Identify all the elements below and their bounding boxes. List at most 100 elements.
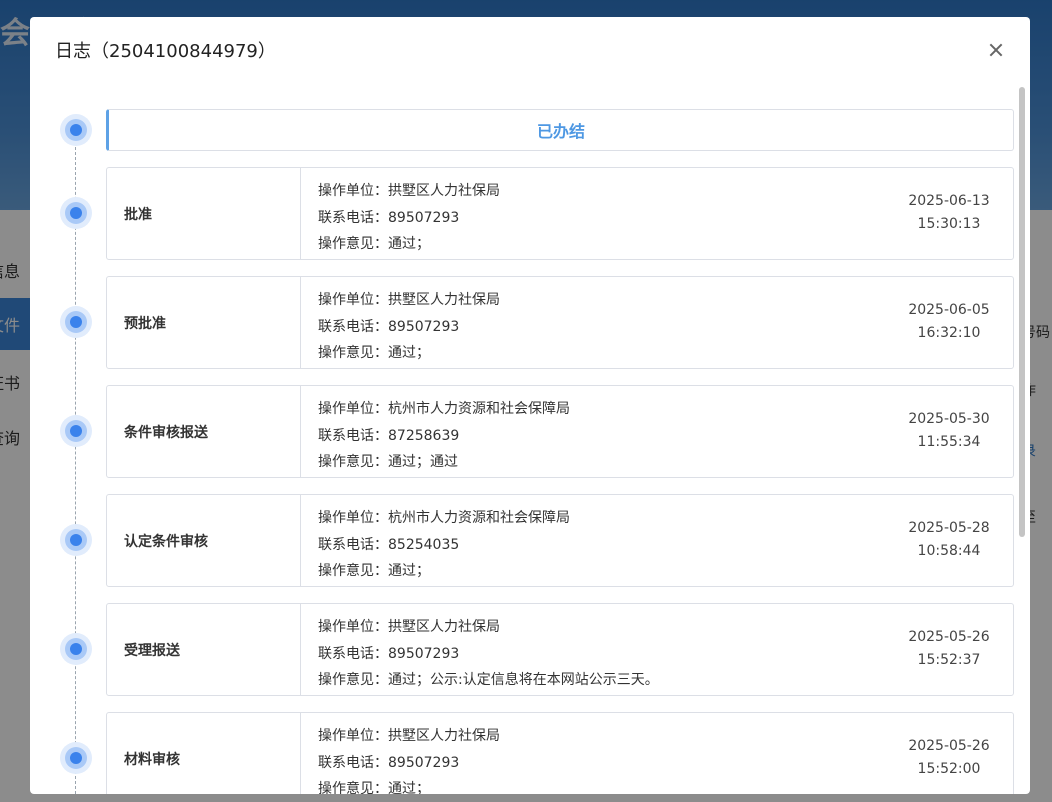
unit-row: 操作单位：拱墅区人力社保局 [318,614,659,641]
entry-timestamp: 2025-06-05 16:32:10 [867,299,1030,345]
entry-time: 15:30:13 [917,216,981,232]
opinion-row: 操作意见：通过； [318,231,500,258]
log-entry: 认定条件审核 操作单位：杭州市人力资源和社会保障局 联系电话：85254035 … [106,494,1014,587]
timeline-dot-icon [60,524,92,556]
phone-value: 89507293 [388,209,460,226]
phone-value: 89507293 [388,645,460,662]
opinion-value: 通过； [388,345,430,361]
entry-time: 15:52:00 [917,761,981,777]
unit-row: 操作单位：拱墅区人力社保局 [318,178,500,205]
opinion-label: 操作意见： [318,672,388,688]
timeline-dot-icon [60,742,92,774]
phone-value: 89507293 [388,318,460,335]
dialog-title: 日志（2504100844979） [55,41,276,62]
entry-date: 2025-05-26 [908,629,990,645]
unit-row: 操作单位：拱墅区人力社保局 [318,287,500,314]
entry-timestamp: 2025-05-26 15:52:00 [867,735,1030,781]
opinion-label: 操作意见： [318,781,388,794]
opinion-label: 操作意见： [318,345,388,361]
opinion-value: 通过； [388,563,430,579]
log-entry: 批准 操作单位：拱墅区人力社保局 联系电话：89507293 操作意见：通过； … [106,167,1014,260]
opinion-row: 操作意见：通过；公示:认定信息将在本网站公示三天。 [318,667,659,694]
phone-row: 联系电话：85254035 [318,532,570,559]
entry-date: 2025-06-05 [908,302,990,318]
opinion-row: 操作意见：通过；通过 [318,449,570,476]
opinion-value: 通过；通过 [388,454,458,470]
unit-value: 拱墅区人力社保局 [388,619,500,635]
phone-row: 联系电话：87258639 [318,423,570,450]
unit-label: 操作单位： [318,292,388,308]
log-entry: 受理报送 操作单位：拱墅区人力社保局 联系电话：89507293 操作意见：通过… [106,603,1014,696]
opinion-row: 操作意见：通过； [318,558,570,585]
timeline-dot-icon [60,415,92,447]
step-name: 预批准 [107,277,301,368]
unit-label: 操作单位： [318,401,388,417]
unit-row: 操作单位：杭州市人力资源和社会保障局 [318,396,570,423]
entry-timestamp: 2025-06-13 15:30:13 [867,190,1030,236]
phone-label: 联系电话： [318,754,388,771]
step-name: 批准 [107,168,301,259]
entry-date: 2025-06-13 [908,193,990,209]
entry-time: 15:52:37 [917,652,981,668]
unit-label: 操作单位： [318,728,388,744]
status-banner: 已办结 [106,109,1014,151]
log-entry: 预批准 操作单位：拱墅区人力社保局 联系电话：89507293 操作意见：通过；… [106,276,1014,369]
step-name: 条件审核报送 [107,386,301,477]
unit-row: 操作单位：杭州市人力资源和社会保障局 [318,505,570,532]
opinion-label: 操作意见： [318,454,388,470]
unit-value: 拱墅区人力社保局 [388,292,500,308]
phone-label: 联系电话： [318,209,388,226]
opinion-label: 操作意见： [318,563,388,579]
opinion-row: 操作意见：通过； [318,776,500,794]
entry-time: 16:32:10 [917,325,981,341]
step-name: 材料审核 [107,713,301,794]
unit-label: 操作单位： [318,183,388,199]
entry-timestamp: 2025-05-28 10:58:44 [867,517,1030,563]
timeline-line [75,132,76,794]
entry-date: 2025-05-28 [908,520,990,536]
timeline-dot-icon [60,633,92,665]
entry-timestamp: 2025-05-26 15:52:37 [867,626,1030,672]
phone-label: 联系电话： [318,645,388,662]
close-icon[interactable] [985,39,1007,61]
phone-row: 联系电话：89507293 [318,205,500,232]
phone-label: 联系电话： [318,536,388,553]
timeline-dot-icon [60,114,92,146]
timeline-dot-icon [60,197,92,229]
log-entry: 条件审核报送 操作单位：杭州市人力资源和社会保障局 联系电话：87258639 … [106,385,1014,478]
unit-value: 拱墅区人力社保局 [388,728,500,744]
phone-row: 联系电话：89507293 [318,641,659,668]
entry-details: 操作单位：杭州市人力资源和社会保障局 联系电话：85254035 操作意见：通过… [318,505,570,585]
entry-details: 操作单位：拱墅区人力社保局 联系电话：89507293 操作意见：通过；公示:认… [318,614,659,694]
unit-row: 操作单位：拱墅区人力社保局 [318,723,500,750]
entry-time: 10:58:44 [917,543,981,559]
timeline-dot-icon [60,306,92,338]
step-name: 受理报送 [107,604,301,695]
entry-timestamp: 2025-05-30 11:55:34 [867,408,1030,454]
entry-time: 11:55:34 [917,434,981,450]
step-name: 认定条件审核 [107,495,301,586]
entry-details: 操作单位：拱墅区人力社保局 联系电话：89507293 操作意见：通过； [318,287,500,367]
phone-label: 联系电话： [318,318,388,335]
entry-date: 2025-05-30 [908,411,990,427]
phone-value: 85254035 [388,536,460,553]
unit-value: 杭州市人力资源和社会保障局 [388,510,570,526]
opinion-value: 通过； [388,236,430,252]
unit-value: 杭州市人力资源和社会保障局 [388,401,570,417]
opinion-value: 通过； [388,781,430,794]
unit-label: 操作单位： [318,510,388,526]
unit-value: 拱墅区人力社保局 [388,183,500,199]
entry-details: 操作单位：拱墅区人力社保局 联系电话：89507293 操作意见：通过； [318,723,500,794]
log-dialog: 日志（2504100844979） 已办结 批准 操作单位：拱墅区人力社保局 联… [30,17,1030,794]
log-entry: 材料审核 操作单位：拱墅区人力社保局 联系电话：89507293 操作意见：通过… [106,712,1014,794]
phone-row: 联系电话：89507293 [318,750,500,777]
phone-label: 联系电话： [318,427,388,444]
opinion-value: 通过；公示:认定信息将在本网站公示三天。 [388,672,659,688]
entry-date: 2025-05-26 [908,738,990,754]
phone-row: 联系电话：89507293 [318,314,500,341]
opinion-row: 操作意见：通过； [318,340,500,367]
unit-label: 操作单位： [318,619,388,635]
entry-details: 操作单位：拱墅区人力社保局 联系电话：89507293 操作意见：通过； [318,178,500,258]
opinion-label: 操作意见： [318,236,388,252]
entry-details: 操作单位：杭州市人力资源和社会保障局 联系电话：87258639 操作意见：通过… [318,396,570,476]
